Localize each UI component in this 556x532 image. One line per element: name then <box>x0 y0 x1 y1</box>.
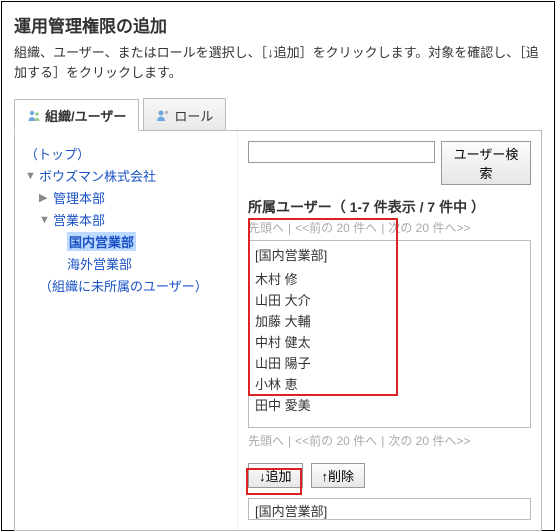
tab-org-user-label: 組織/ユーザー <box>45 106 126 125</box>
tab-org-user[interactable]: 組織/ユーザー <box>14 99 139 131</box>
user-search-input[interactable] <box>248 141 435 163</box>
tree-admin[interactable]: ▶管理本部 <box>39 188 227 207</box>
list-item[interactable]: 山田 陽子 <box>255 352 524 373</box>
list-group-label: [国内営業部] <box>255 245 524 264</box>
role-icon <box>156 108 170 122</box>
list-item[interactable]: 山田 大介 <box>255 289 524 310</box>
tab-bar: 組織/ユーザー ロール <box>14 98 542 131</box>
pager-first[interactable]: 先頭へ <box>248 221 284 235</box>
list-item[interactable]: 加藤 大輔 <box>255 310 524 331</box>
remove-button[interactable]: ↑削除 <box>311 463 366 488</box>
tab-role[interactable]: ロール <box>143 98 226 130</box>
pager-prev[interactable]: <<前の 20 件へ <box>295 221 377 235</box>
triangle-down-icon: ▼ <box>39 214 49 226</box>
user-search-button[interactable]: ユーザー検索 <box>441 141 531 185</box>
org-user-icon <box>27 109 41 123</box>
selected-listbox[interactable]: [国内営業部] <box>248 498 531 520</box>
tab-role-label: ロール <box>174 106 213 125</box>
tree-company[interactable]: ▼ボウズマン株式会社 <box>25 166 227 185</box>
user-list-heading: 所属ユーザー（ 1-7 件表示 / 7 件中 ） <box>248 197 531 217</box>
tree-unassigned[interactable]: （組織に未所属のユーザー） <box>39 276 227 295</box>
pager-next[interactable]: 次の 20 件へ>> <box>388 221 470 235</box>
tree-sales[interactable]: ▼営業本部 <box>39 210 227 229</box>
user-listbox[interactable]: [国内営業部] 木村 修 山田 大介 加藤 大輔 中村 健太 山田 陽子 小林 … <box>248 240 531 428</box>
triangle-down-icon: ▼ <box>25 170 35 182</box>
tree-overseas-sales[interactable]: 海外営業部 <box>53 254 227 273</box>
page-description: 組織、ユーザー、またはロールを選択し、［↓追加］をクリックします。対象を確認し、… <box>14 43 542 82</box>
user-list-pager-bottom: 先頭へ|<<前の 20 件へ|次の 20 件へ>> <box>248 432 531 449</box>
pager-prev[interactable]: <<前の 20 件へ <box>295 434 377 448</box>
add-button[interactable]: ↓追加 <box>248 463 303 488</box>
user-list-pager-top: 先頭へ|<<前の 20 件へ|次の 20 件へ>> <box>248 219 531 236</box>
list-item[interactable]: 田中 愛美 <box>255 394 524 415</box>
pager-next[interactable]: 次の 20 件へ>> <box>388 434 470 448</box>
list-item[interactable]: 木村 修 <box>255 268 524 289</box>
tree-domestic-sales[interactable]: 国内営業部 <box>53 232 227 251</box>
org-tree: （トップ） ▼ボウズマン株式会社 ▶管理本部 ▼営業本部 国内営業部 海外営業部… <box>15 131 237 530</box>
pager-first[interactable]: 先頭へ <box>248 434 284 448</box>
list-item[interactable]: 中村 健太 <box>255 331 524 352</box>
tree-top[interactable]: （トップ） <box>25 144 227 163</box>
list-item[interactable]: 小林 恵 <box>255 373 524 394</box>
page-title: 運用管理権限の追加 <box>14 12 542 37</box>
triangle-right-icon: ▶ <box>39 191 49 204</box>
selected-group-label: [国内営業部] <box>255 504 327 519</box>
